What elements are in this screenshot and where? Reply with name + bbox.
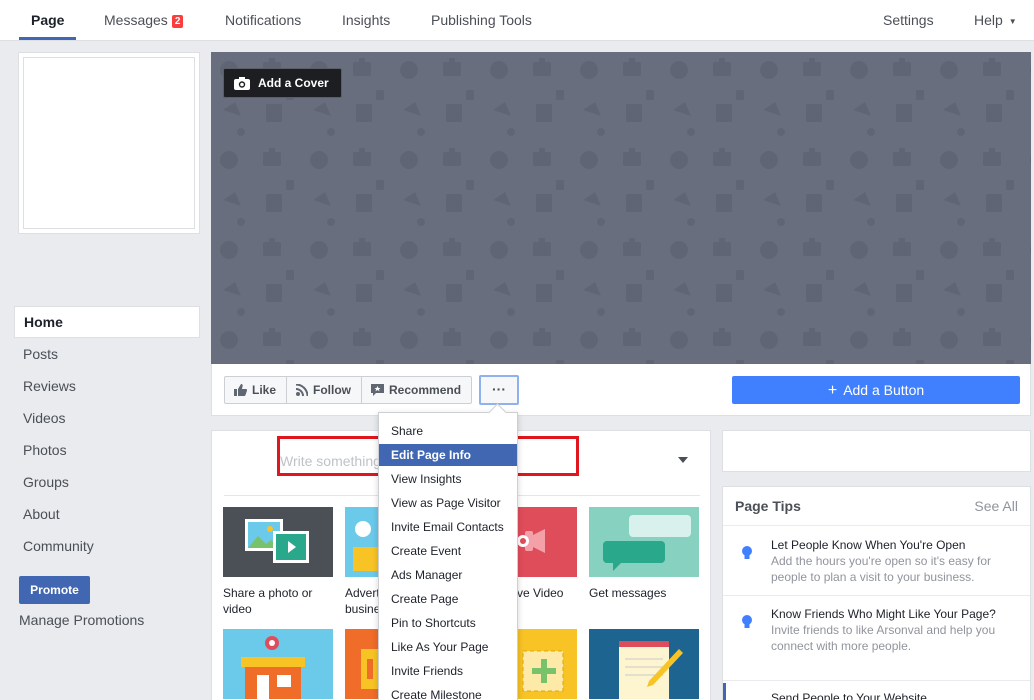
recommend-label: Recommend [389, 383, 462, 397]
tip-description: Add the hours you're open so it's easy f… [771, 554, 992, 584]
rss-follow-icon [296, 384, 309, 396]
tip-title: Know Friends Who Might Like Your Page? [771, 607, 996, 621]
add-cover-label: Add a Cover [258, 76, 329, 90]
tab-page-label: Page [31, 12, 65, 28]
follow-button[interactable]: Follow [287, 376, 363, 404]
storefront-icon [241, 636, 305, 699]
tab-notifications[interactable]: Notifications [225, 0, 301, 40]
page-actions-group: Like Follow Recommend [224, 376, 473, 404]
tile-advertise-business-label: Advert busine [345, 586, 379, 616]
tile-share-photo-video[interactable] [223, 507, 333, 577]
thumbs-up-icon [234, 384, 247, 396]
manage-promotions-link[interactable]: Manage Promotions [19, 612, 144, 628]
menu-item-create-page[interactable]: Create Page [379, 588, 517, 610]
cover-photo-area: Add a Cover [211, 52, 1031, 364]
follow-label: Follow [313, 383, 352, 397]
tab-insights-label: Insights [342, 12, 391, 28]
add-cover-button[interactable]: Add a Cover [223, 68, 342, 98]
plus-icon: + [827, 382, 838, 399]
tab-messages[interactable]: Messages 2 [104, 0, 184, 40]
camera-icon [234, 76, 250, 90]
like-button[interactable]: Like [224, 376, 288, 404]
menu-item-pin-to-shortcuts[interactable]: Pin to Shortcuts [379, 612, 517, 634]
leftnav-videos[interactable]: Videos [14, 402, 200, 434]
tip-title: Send People to Your Website [771, 691, 927, 700]
menu-item-create-milestone[interactable]: Create Milestone [379, 684, 517, 700]
cover-pattern [211, 52, 1031, 364]
leftnav-photos[interactable]: Photos [14, 434, 200, 466]
menu-item-create-event[interactable]: Create Event [379, 540, 517, 562]
tips-divider [723, 525, 1030, 526]
tile-local-business[interactable] [223, 629, 333, 699]
tip-item[interactable]: Know Friends Who Might Like Your Page? I… [771, 606, 1021, 654]
add-a-button-label: Add a Button [843, 382, 925, 398]
leftnav-community[interactable]: Community [14, 530, 200, 562]
page-tips-panel: Page Tips See All Let People Know When Y… [722, 486, 1031, 700]
page-tips-title: Page Tips [735, 498, 801, 514]
tip-active-indicator [723, 683, 726, 700]
tip-description: Invite friends to like Arsonval and help… [771, 623, 996, 653]
help-label: Help [974, 12, 1003, 28]
profile-picture-frame [23, 57, 195, 229]
menu-item-invite-email-contacts[interactable]: Invite Email Contacts [379, 516, 517, 538]
photo-video-icon [245, 519, 309, 563]
caret-down-icon: ▼ [1008, 17, 1017, 26]
leftnav-about[interactable]: About [14, 498, 200, 530]
right-sidebar-box [722, 430, 1031, 472]
tile-get-messages-label: Get messages [589, 586, 667, 600]
menu-item-ads-manager[interactable]: Ads Manager [379, 564, 517, 586]
settings-link[interactable]: Settings [883, 0, 934, 40]
caret-down-icon[interactable] [678, 457, 688, 463]
leftnav-reviews[interactable]: Reviews [14, 370, 200, 402]
tip-item[interactable]: Send People to Your Website [771, 690, 1021, 700]
more-options-dropdown: Share Edit Page Info View Insights View … [378, 412, 518, 700]
menu-item-view-as-visitor[interactable]: View as Page Visitor [379, 492, 517, 514]
like-label: Like [252, 383, 277, 397]
see-all-link[interactable]: See All [974, 498, 1018, 514]
tab-publishing-tools[interactable]: Publishing Tools [431, 0, 532, 40]
add-a-button[interactable]: + Add a Button [732, 376, 1020, 404]
promote-button[interactable]: Promote [19, 576, 90, 604]
lightbulb-icon [742, 546, 752, 559]
menu-item-share[interactable]: Share [379, 420, 517, 442]
messages-icon [603, 515, 691, 571]
leftnav-groups[interactable]: Groups [14, 466, 200, 498]
menu-item-edit-page-info[interactable]: Edit Page Info [379, 444, 517, 466]
page-action-bar: Like Follow Recommend ··· + Add a Button [211, 364, 1031, 416]
profile-picture[interactable] [18, 52, 200, 234]
tab-insights[interactable]: Insights [342, 0, 390, 40]
notepad-pencil-icon [619, 641, 683, 699]
messages-count-badge: 2 [171, 15, 184, 28]
tab-page[interactable]: Page [18, 0, 78, 40]
help-menu[interactable]: Help ▼ [974, 0, 1017, 40]
lightbulb-icon [742, 615, 752, 628]
recommend-button[interactable]: Recommend [362, 376, 473, 404]
tips-divider [723, 595, 1030, 596]
menu-item-view-insights[interactable]: View Insights [379, 468, 517, 490]
tips-divider [723, 680, 1030, 681]
settings-label: Settings [883, 12, 934, 28]
menu-item-invite-friends[interactable]: Invite Friends [379, 660, 517, 682]
tab-publishing-tools-label: Publishing Tools [431, 12, 532, 28]
menu-item-like-as-page[interactable]: Like As Your Page [379, 636, 517, 658]
tab-messages-label: Messages [104, 12, 168, 28]
tile-share-photo-video-label: Share a photo or video [223, 586, 313, 616]
left-navigation: Home Posts Reviews Videos Photos Groups … [14, 306, 200, 562]
tab-notifications-label: Notifications [225, 12, 302, 28]
tip-title: Let People Know When You're Open [771, 538, 966, 552]
recommend-icon [371, 384, 385, 396]
leftnav-posts[interactable]: Posts [14, 338, 200, 370]
top-navigation: Page Messages 2 Notifications Insights Pu… [0, 0, 1034, 41]
tile-get-messages[interactable] [589, 507, 699, 577]
tile-write-note[interactable] [589, 629, 699, 699]
more-options-button[interactable]: ··· [479, 375, 519, 405]
leftnav-home[interactable]: Home [14, 306, 200, 338]
tip-item[interactable]: Let People Know When You're Open Add the… [771, 537, 1021, 585]
